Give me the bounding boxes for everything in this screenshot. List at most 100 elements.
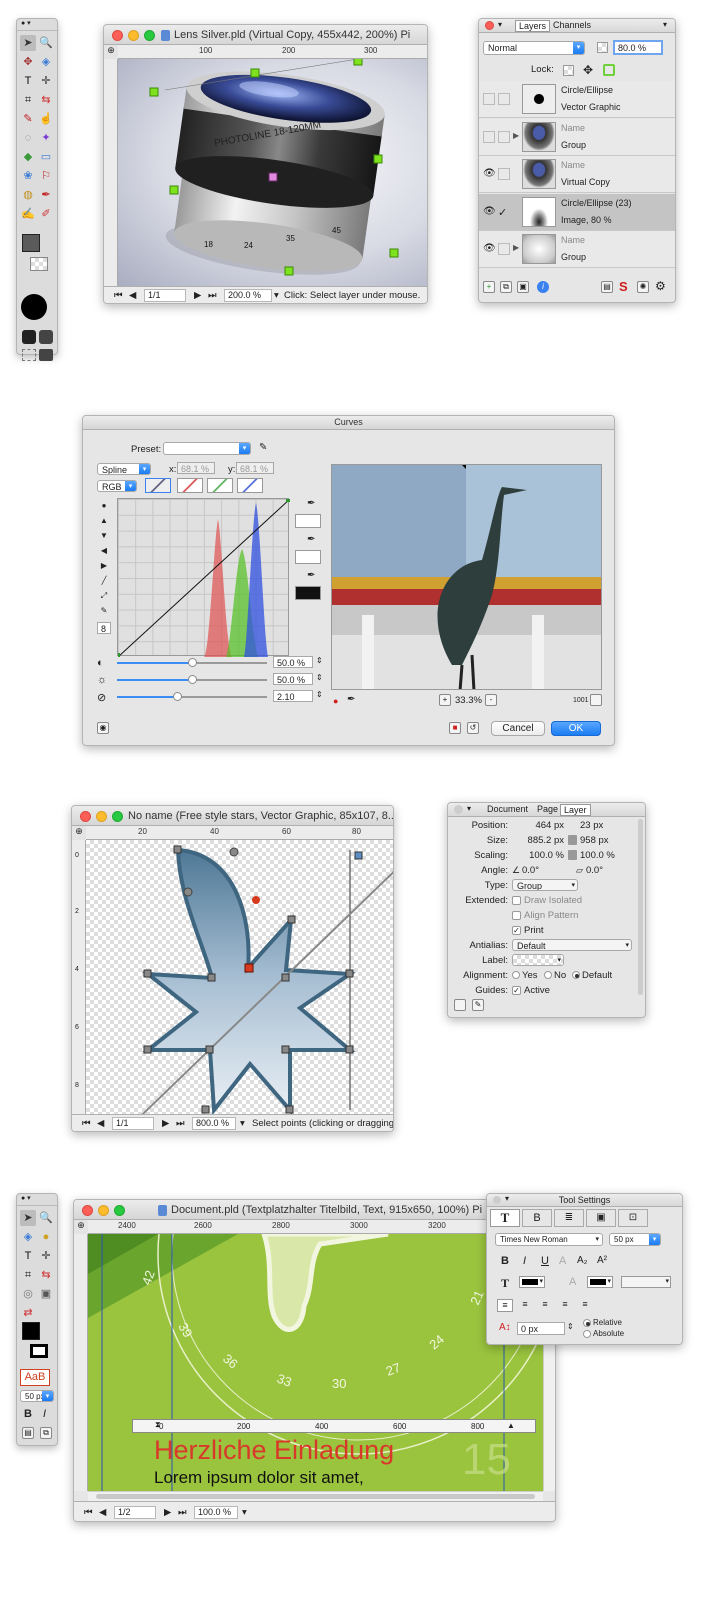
selection-center-handle[interactable] xyxy=(268,172,278,182)
lock-transparency-icon[interactable] xyxy=(563,65,574,76)
sponge-tool-icon[interactable]: ◍ xyxy=(20,187,36,203)
zoom-button[interactable] xyxy=(144,30,155,41)
zoom-dropdown-icon[interactable]: ▾ xyxy=(240,1118,245,1129)
view-mode-icon[interactable] xyxy=(39,349,53,361)
clone-stamp-icon[interactable]: ✥ xyxy=(20,54,36,70)
angle-value[interactable]: 0.0° xyxy=(522,865,539,876)
preset-save-icon[interactable]: ✎ xyxy=(259,442,267,453)
label-select[interactable]: ▾ xyxy=(512,954,564,966)
tab-layers[interactable]: Layers xyxy=(515,20,551,32)
tab-frame[interactable]: ⊡ xyxy=(618,1209,648,1227)
last-page-icon[interactable]: ⏭ xyxy=(176,1118,185,1129)
page-field[interactable]: 1/1 xyxy=(144,289,186,302)
ruler-origin-icon[interactable]: ⊕ xyxy=(104,45,118,59)
align-left-button[interactable]: ≡ xyxy=(497,1299,513,1312)
select-arrow-icon[interactable]: ➤ xyxy=(20,1210,36,1226)
effects-icon[interactable]: ✺ xyxy=(637,281,649,293)
curve-green-button[interactable] xyxy=(207,478,233,493)
scrollbar[interactable] xyxy=(638,819,643,995)
first-page-icon[interactable]: ⏮ xyxy=(82,1118,91,1129)
relative-radio[interactable]: Relative xyxy=(583,1318,622,1327)
adjustment-slider[interactable] xyxy=(117,658,267,667)
move-layer-icon[interactable]: ⇆ xyxy=(38,92,54,108)
select-arrow-icon[interactable]: ➤ xyxy=(20,35,36,51)
zoom-tool-icon[interactable]: 🔍 xyxy=(38,1210,54,1226)
circle-point-icon[interactable]: ● xyxy=(97,498,111,513)
channel-select[interactable]: RGB ▾ xyxy=(97,480,137,492)
font-size-select[interactable]: 50 px ▾ xyxy=(609,1233,661,1246)
stepper-icon[interactable]: ⇕ xyxy=(567,1322,574,1331)
minimize-button[interactable] xyxy=(128,30,139,41)
selection-handle[interactable] xyxy=(250,68,260,78)
lock-toggle[interactable] xyxy=(498,130,510,143)
foreground-color-swatch[interactable] xyxy=(22,1322,40,1340)
tab-channels[interactable]: Channels xyxy=(550,20,594,30)
tab-bold[interactable]: B xyxy=(522,1209,552,1227)
zoom-in-icon[interactable]: + xyxy=(439,694,451,706)
undo-icon[interactable]: ↺ xyxy=(467,722,479,734)
horizontal-ruler[interactable]: 2400 2600 2800 3000 3200 xyxy=(88,1220,555,1234)
window-titlebar[interactable]: Lens Silver.pld (Virtual Copy, 455x442, … xyxy=(104,25,427,45)
white-eyedropper-icon[interactable]: ✒ xyxy=(307,570,315,581)
horizontal-scrollbar[interactable] xyxy=(88,1491,543,1501)
line-tool-icon[interactable]: ╱ xyxy=(97,573,111,588)
mask-mode-icon[interactable] xyxy=(22,330,36,344)
image-tool-icon[interactable]: ▣ xyxy=(38,1286,54,1302)
copy-icon[interactable]: ⧉ xyxy=(40,1427,52,1439)
slider-knob[interactable] xyxy=(188,675,197,684)
close-button[interactable] xyxy=(82,1205,93,1216)
lock-toggle[interactable] xyxy=(498,243,510,255)
first-page-icon[interactable]: ⏮ xyxy=(84,1507,93,1518)
preview-image[interactable] xyxy=(331,464,602,690)
document-canvas[interactable]: 42 39 36 33 30 27 24 21 15 ⧗ 0 200 400 6… xyxy=(88,1234,545,1491)
control-point[interactable] xyxy=(183,887,193,897)
adjustment-slider[interactable] xyxy=(117,675,267,684)
selection-handle[interactable] xyxy=(149,87,159,97)
anchor-point[interactable] xyxy=(281,1045,290,1054)
crop-tool-icon[interactable]: ⌗ xyxy=(20,1267,36,1283)
selection-handle[interactable] xyxy=(373,154,383,164)
settings-gear-icon[interactable]: ⚙ xyxy=(655,279,666,293)
vertical-ruler[interactable] xyxy=(104,59,118,286)
layer-row[interactable]: Circle/Ellipse Vector Graphic xyxy=(479,81,675,118)
curve-point[interactable] xyxy=(286,498,290,502)
lasso-tool-icon[interactable]: ◌ xyxy=(20,130,36,146)
antialias-select[interactable]: Default ▾ xyxy=(512,939,632,951)
close-button[interactable] xyxy=(485,21,494,30)
selected-anchor-point[interactable] xyxy=(244,963,254,973)
eye-icon[interactable]: 👁 xyxy=(483,206,496,218)
ruler-origin-icon[interactable]: ⊕ xyxy=(72,826,86,840)
tab-text[interactable]: T xyxy=(490,1209,520,1227)
last-page-icon[interactable]: ⏭ xyxy=(208,290,217,301)
underline-button[interactable]: U xyxy=(541,1255,549,1267)
close-button[interactable] xyxy=(80,811,91,822)
background-color-swatch[interactable] xyxy=(30,1344,48,1358)
bold-button[interactable]: B xyxy=(501,1255,509,1267)
align-yes-radio[interactable]: Yes xyxy=(512,970,538,981)
anchor-point[interactable] xyxy=(143,1045,152,1054)
offset-field[interactable]: 0 px xyxy=(517,1322,565,1335)
anchor-point[interactable] xyxy=(345,969,354,978)
slider-value-field[interactable]: 50.0 % xyxy=(273,656,313,668)
eye-icon[interactable]: 👁 xyxy=(483,168,496,180)
transform-tool-icon[interactable]: ✛ xyxy=(38,1248,54,1264)
selection-handle[interactable] xyxy=(284,266,294,276)
stepper-icon[interactable]: ⇕ xyxy=(316,656,323,665)
next-page-icon[interactable]: ▶ xyxy=(194,290,201,301)
ok-button[interactable]: OK xyxy=(551,721,601,736)
black-eyedropper-icon[interactable]: ✒ xyxy=(307,498,315,509)
absolute-radio[interactable]: Absolute xyxy=(583,1329,624,1338)
retouch-tool-icon[interactable]: ❀ xyxy=(20,168,36,184)
type-select[interactable]: Group ▾ xyxy=(512,879,578,891)
tab-layer[interactable]: Layer xyxy=(560,804,591,816)
size-width-value[interactable]: 885.2 px xyxy=(514,835,564,846)
transform-handle[interactable] xyxy=(354,851,363,860)
curve-point[interactable] xyxy=(116,653,120,657)
selection-handle[interactable] xyxy=(389,248,399,258)
magic-wand-icon[interactable]: ✦ xyxy=(38,130,54,146)
black-point-swatch[interactable] xyxy=(295,514,321,528)
eye-icon[interactable]: 👁 xyxy=(483,243,496,255)
x-field[interactable]: 68.1 % xyxy=(177,462,215,474)
close-button[interactable] xyxy=(112,30,123,41)
zoom-tool-icon[interactable]: 🔍 xyxy=(38,35,54,51)
